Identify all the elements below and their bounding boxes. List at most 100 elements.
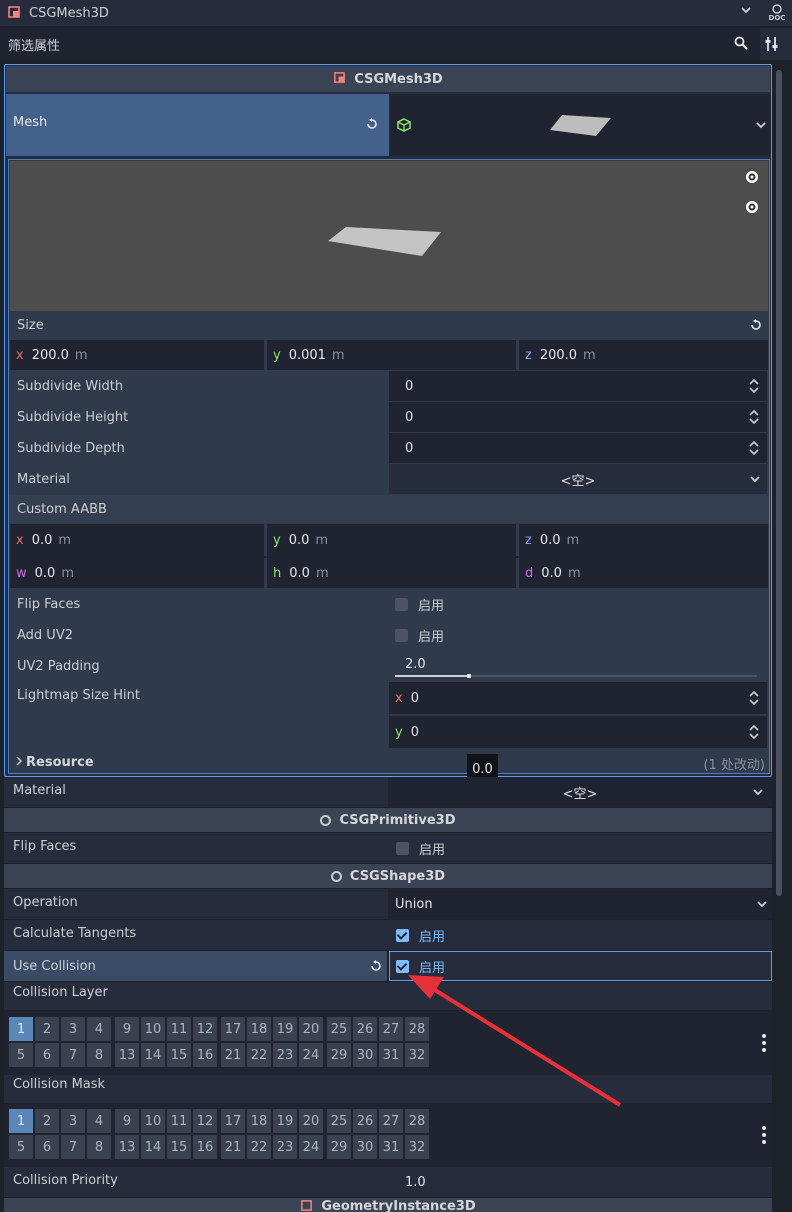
- lightmap-y-spinbox[interactable]: y 0: [389, 716, 767, 748]
- collision-mask-bit-12[interactable]: 12: [193, 1109, 217, 1133]
- collision-layer-bit-6[interactable]: 6: [35, 1043, 59, 1067]
- material-resource-picker[interactable]: <空>: [389, 464, 767, 494]
- collision-mask-bit-30[interactable]: 30: [353, 1135, 377, 1159]
- collision-layer-bit-30[interactable]: 30: [353, 1043, 377, 1067]
- checkbox-unchecked-icon[interactable]: [395, 628, 408, 642]
- uv2-padding-slider[interactable]: 2.0: [395, 651, 757, 681]
- spinner-icon[interactable]: [749, 440, 759, 456]
- subdivide-width-spinbox[interactable]: 0: [389, 371, 767, 401]
- collision-layer-bit-21[interactable]: 21: [221, 1043, 245, 1067]
- collision-mask-bit-13[interactable]: 13: [115, 1135, 139, 1159]
- flip-faces-checkbox[interactable]: 启用: [395, 589, 444, 619]
- collision-layer-bit-15[interactable]: 15: [167, 1043, 191, 1067]
- collision-layer-bit-14[interactable]: 14: [141, 1043, 165, 1067]
- collision-layer-bit-32[interactable]: 32: [405, 1043, 429, 1067]
- collision-priority-spinbox[interactable]: 1.0: [388, 1167, 772, 1197]
- collision-mask-bit-24[interactable]: 24: [299, 1135, 323, 1159]
- collision-layer-bit-31[interactable]: 31: [379, 1043, 403, 1067]
- collision-mask-bit-1[interactable]: 1: [9, 1109, 33, 1133]
- add-uv2-checkbox[interactable]: 启用: [395, 620, 444, 650]
- collision-layer-bit-7[interactable]: 7: [61, 1043, 85, 1067]
- revert-icon[interactable]: [369, 959, 383, 977]
- collision-mask-bit-10[interactable]: 10: [141, 1109, 165, 1133]
- more-vertical-icon[interactable]: [762, 1034, 766, 1052]
- aabb-h-field[interactable]: h 0.0 m: [264, 558, 514, 588]
- size-x-field[interactable]: x 200.0 m: [10, 340, 260, 370]
- size-y-field[interactable]: y 0.001 m: [264, 340, 514, 370]
- collision-layer-bit-28[interactable]: 28: [405, 1017, 429, 1041]
- chevron-down-icon[interactable]: [756, 898, 768, 914]
- collision-mask-bit-29[interactable]: 29: [327, 1135, 351, 1159]
- collision-layer-bit-5[interactable]: 5: [9, 1043, 33, 1067]
- collision-layer-bit-29[interactable]: 29: [327, 1043, 351, 1067]
- collision-mask-bit-26[interactable]: 26: [353, 1109, 377, 1133]
- collision-layer-bit-25[interactable]: 25: [327, 1017, 351, 1041]
- collision-layer-bit-24[interactable]: 24: [299, 1043, 323, 1067]
- collision-mask-bit-2[interactable]: 2: [35, 1109, 59, 1133]
- doc-button[interactable]: DOC: [762, 0, 792, 26]
- collision-layer-bit-19[interactable]: 19: [273, 1017, 297, 1041]
- outer-material-picker[interactable]: <空>: [388, 777, 772, 807]
- collision-mask-bit-18[interactable]: 18: [247, 1109, 271, 1133]
- collision-mask-bit-25[interactable]: 25: [327, 1109, 351, 1133]
- chevron-down-icon[interactable]: [752, 786, 764, 802]
- light-2-icon[interactable]: [744, 199, 760, 219]
- collision-mask-bit-32[interactable]: 32: [405, 1135, 429, 1159]
- collision-mask-bit-8[interactable]: 8: [87, 1135, 111, 1159]
- collision-mask-bit-5[interactable]: 5: [9, 1135, 33, 1159]
- collision-mask-bit-9[interactable]: 9: [115, 1109, 139, 1133]
- collision-mask-bit-6[interactable]: 6: [35, 1135, 59, 1159]
- collision-layer-bit-26[interactable]: 26: [353, 1017, 377, 1041]
- aabb-x-field[interactable]: x 0.0 m: [10, 524, 262, 556]
- collision-layer-bit-11[interactable]: 11: [167, 1017, 191, 1041]
- spinner-icon[interactable]: [749, 409, 759, 425]
- collision-mask-bit-3[interactable]: 3: [61, 1109, 85, 1133]
- collision-layer-bit-9[interactable]: 9: [115, 1017, 139, 1041]
- collision-mask-bit-19[interactable]: 19: [273, 1109, 297, 1133]
- mesh-resource-picker[interactable]: [390, 94, 771, 156]
- collision-layer-bit-27[interactable]: 27: [379, 1017, 403, 1041]
- collision-layer-bit-1[interactable]: 1: [9, 1017, 33, 1041]
- collision-mask-bit-11[interactable]: 11: [167, 1109, 191, 1133]
- collision-layer-bit-18[interactable]: 18: [247, 1017, 271, 1041]
- mesh-property-label[interactable]: Mesh: [6, 94, 389, 156]
- collision-layer-bit-2[interactable]: 2: [35, 1017, 59, 1041]
- collision-mask-bit-20[interactable]: 20: [299, 1109, 323, 1133]
- lightmap-x-spinbox[interactable]: x 0: [389, 682, 767, 714]
- collision-mask-bit-21[interactable]: 21: [221, 1135, 245, 1159]
- collision-mask-bit-15[interactable]: 15: [167, 1135, 191, 1159]
- collision-layer-bit-16[interactable]: 16: [193, 1043, 217, 1067]
- collision-mask-bit-16[interactable]: 16: [193, 1135, 217, 1159]
- collision-layer-bit-23[interactable]: 23: [273, 1043, 297, 1067]
- collision-layer-bit-17[interactable]: 17: [221, 1017, 245, 1041]
- light-1-icon[interactable]: [744, 169, 760, 189]
- collision-mask-bit-17[interactable]: 17: [221, 1109, 245, 1133]
- checkbox-checked-icon[interactable]: [396, 959, 409, 973]
- collision-mask-bit-28[interactable]: 28: [405, 1109, 429, 1133]
- filter-properties-input[interactable]: 筛选属性: [0, 28, 760, 60]
- collision-mask-bit-7[interactable]: 7: [61, 1135, 85, 1159]
- collision-layer-bit-3[interactable]: 3: [61, 1017, 85, 1041]
- checkbox-unchecked-icon[interactable]: [396, 841, 409, 855]
- aabb-z-field[interactable]: z 0.0 m: [516, 524, 768, 556]
- aabb-y-field[interactable]: y 0.0 m: [264, 524, 514, 556]
- primitive-flip-faces-checkbox[interactable]: 启用: [396, 833, 445, 863]
- use-collision-checkbox[interactable]: 启用: [389, 951, 772, 981]
- collision-mask-bit-14[interactable]: 14: [141, 1135, 165, 1159]
- use-collision-property-label[interactable]: Use Collision: [4, 951, 387, 981]
- spinner-icon[interactable]: [749, 724, 759, 740]
- collision-layer-bit-8[interactable]: 8: [87, 1043, 111, 1067]
- more-vertical-icon[interactable]: [762, 1126, 766, 1144]
- calculate-tangents-checkbox[interactable]: 启用: [396, 920, 445, 950]
- operation-dropdown[interactable]: Union: [388, 889, 772, 919]
- collision-layer-bit-13[interactable]: 13: [115, 1043, 139, 1067]
- revert-icon[interactable]: [365, 117, 379, 135]
- subdivide-depth-spinbox[interactable]: 0: [389, 433, 767, 463]
- collision-layer-bit-20[interactable]: 20: [299, 1017, 323, 1041]
- spinner-icon[interactable]: [749, 690, 759, 706]
- collision-mask-bit-22[interactable]: 22: [247, 1135, 271, 1159]
- collision-layer-bit-10[interactable]: 10: [141, 1017, 165, 1041]
- collision-layer-bit-4[interactable]: 4: [87, 1017, 111, 1041]
- checkbox-checked-icon[interactable]: [396, 928, 409, 942]
- tools-icon[interactable]: [764, 36, 780, 56]
